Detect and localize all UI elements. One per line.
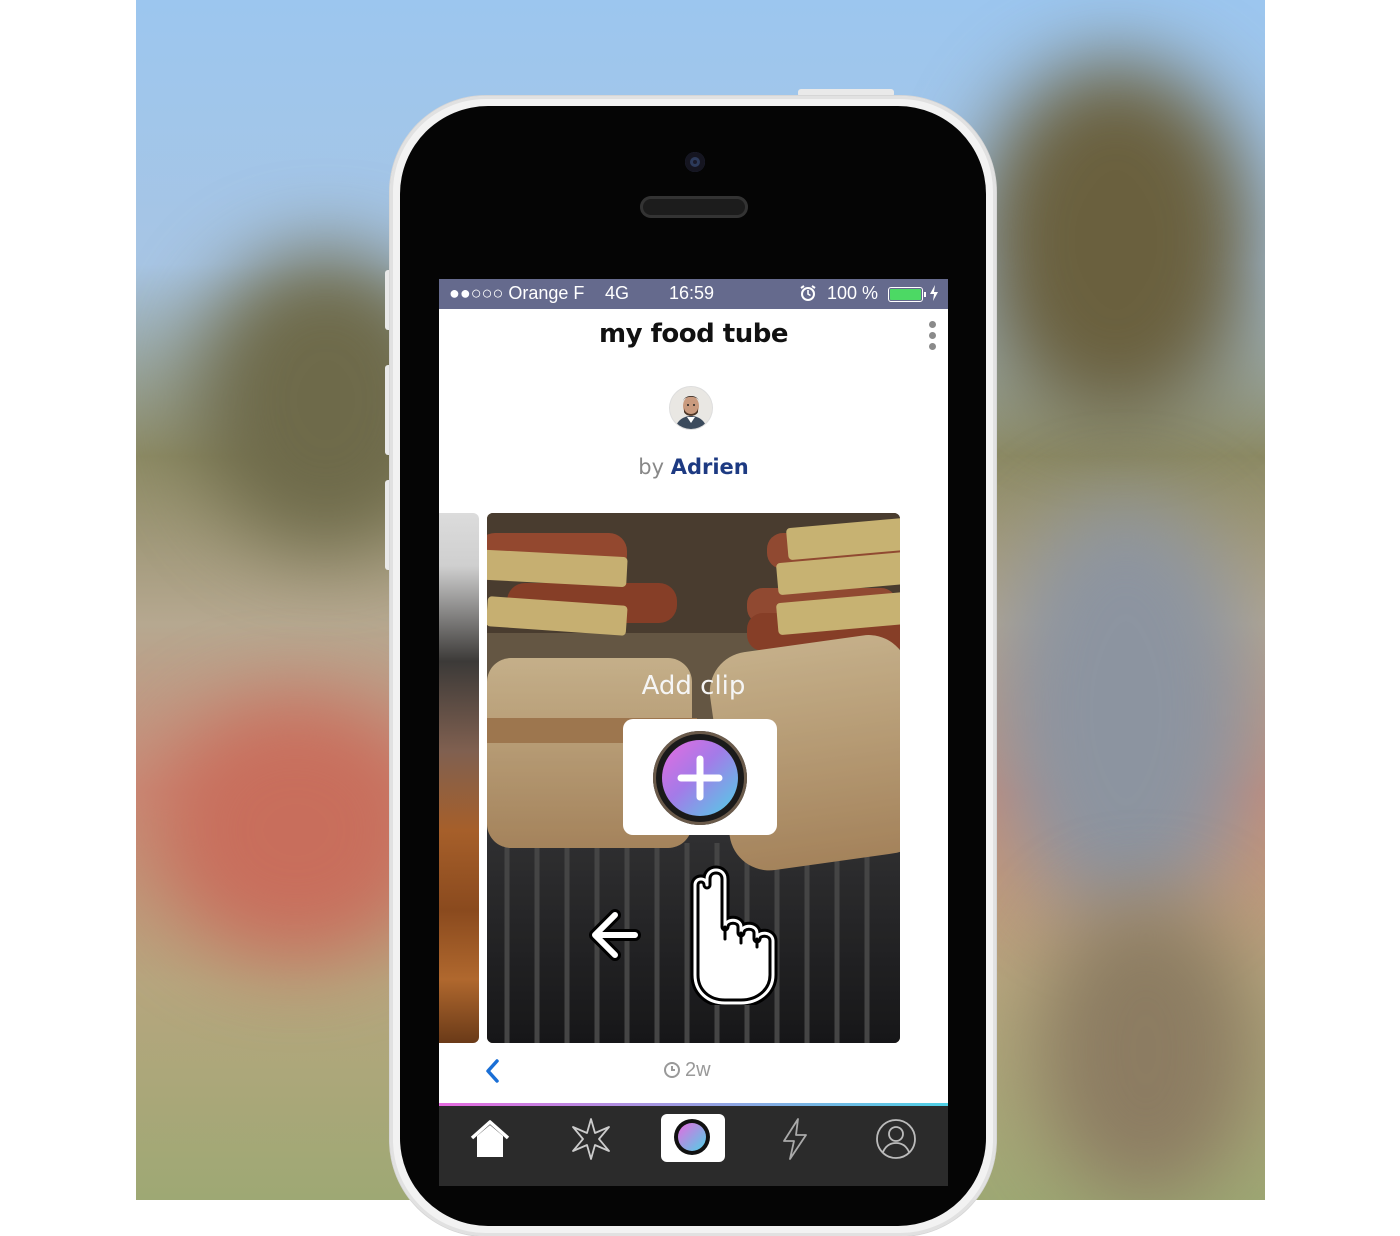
clip-meta-row: 2w xyxy=(439,1057,948,1087)
phone-screen: ●●○○○ Orange F 4G 16:59 100 % my food tu… xyxy=(439,279,948,1186)
battery-icon xyxy=(888,287,926,302)
profile-icon xyxy=(876,1119,916,1159)
earpiece-speaker xyxy=(640,196,748,218)
tab-profile[interactable] xyxy=(866,1117,926,1173)
clock-label: 16:59 xyxy=(669,283,715,303)
battery-percent: 100 % xyxy=(827,283,879,303)
status-bar: ●●○○○ Orange F 4G 16:59 100 % xyxy=(439,279,948,309)
byline-prefix: by xyxy=(638,455,665,479)
tab-camera[interactable] xyxy=(661,1114,725,1173)
carrier-label: ●●○○○ Orange F xyxy=(449,283,585,303)
add-clip-button[interactable] xyxy=(623,719,777,835)
tap-hand-icon xyxy=(690,865,778,1005)
home-icon xyxy=(470,1120,510,1157)
blur-blob xyxy=(1036,900,1256,1200)
alarm-icon xyxy=(799,284,817,307)
clip-age-text: 2w xyxy=(685,1059,711,1081)
network-label: 4G xyxy=(605,283,630,303)
blur-blob xyxy=(976,60,1256,420)
clock-icon xyxy=(664,1062,680,1078)
front-camera xyxy=(685,152,705,172)
author-byline: by Adrien xyxy=(439,455,948,479)
author-avatar[interactable] xyxy=(670,387,712,429)
camera-record-icon xyxy=(674,1119,710,1155)
charging-bolt-icon xyxy=(928,284,940,307)
swipe-left-arrow-icon xyxy=(589,909,641,961)
tab-bar xyxy=(439,1103,948,1186)
explore-star-icon xyxy=(572,1118,610,1160)
tab-explore[interactable] xyxy=(561,1117,621,1173)
back-chevron-icon[interactable] xyxy=(483,1057,503,1085)
activity-bolt-icon xyxy=(783,1118,807,1160)
clip-card[interactable]: Add clip xyxy=(487,513,900,1043)
page-title: my food tube xyxy=(599,319,788,349)
add-clip-label: Add clip xyxy=(641,671,746,701)
clip-age: 2w xyxy=(663,1059,711,1082)
blur-blob xyxy=(996,500,1256,920)
tab-bar-accent-line xyxy=(439,1103,948,1106)
tab-home[interactable] xyxy=(460,1117,520,1173)
previous-clip-card[interactable] xyxy=(439,513,479,1043)
more-options-icon[interactable] xyxy=(927,321,937,357)
tab-activity[interactable] xyxy=(764,1117,824,1173)
add-clip-icon xyxy=(653,731,747,825)
author-name-link[interactable]: Adrien xyxy=(671,455,749,479)
